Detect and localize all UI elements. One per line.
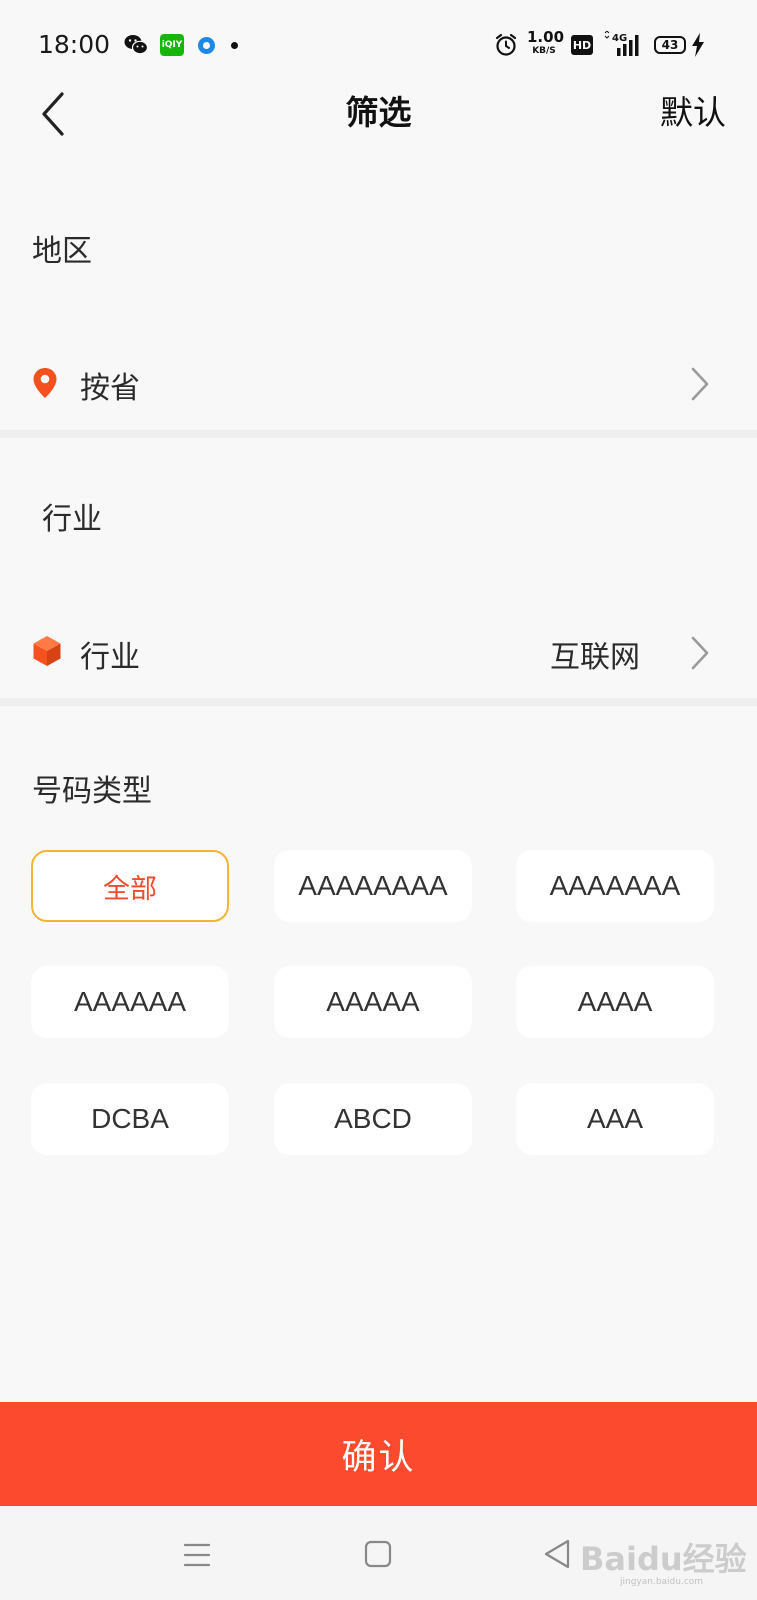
number-type-chip[interactable]: ABCD xyxy=(274,1083,472,1155)
divider xyxy=(0,430,757,438)
status-time: 18:00 xyxy=(38,30,111,59)
number-type-chip[interactable]: AAAAA xyxy=(274,966,472,1038)
chevron-right-icon xyxy=(691,367,709,401)
number-type-chip[interactable]: AAAAAA xyxy=(31,966,229,1038)
home-icon[interactable] xyxy=(364,1540,392,1568)
number-type-chip[interactable]: 全部 xyxy=(31,850,229,922)
region-row-label: 按省 xyxy=(80,371,140,406)
wechat-icon xyxy=(124,35,148,55)
chevron-right-icon xyxy=(691,636,709,670)
number-type-chip[interactable]: AAAA xyxy=(516,966,714,1038)
net-speed-unit: KB/S xyxy=(532,46,556,56)
page-title: 筛选 xyxy=(345,93,412,132)
watermark-url: jingyan.baidu.com xyxy=(620,1577,704,1587)
signal-icon: 4G xyxy=(604,31,639,56)
battery-icon: 43 xyxy=(654,36,686,54)
confirm-button[interactable]: 确认 xyxy=(0,1402,757,1506)
nav-bar: 筛选 默认 xyxy=(0,90,757,160)
recent-apps-icon[interactable] xyxy=(183,1542,211,1568)
charging-bolt-icon xyxy=(692,33,704,57)
network-type-label: 4G xyxy=(612,33,627,44)
region-province-row[interactable]: 按省 xyxy=(0,339,757,429)
cube-icon xyxy=(33,636,61,666)
number-type-chip[interactable]: AAA xyxy=(516,1083,714,1155)
number-type-chip[interactable]: DCBA xyxy=(31,1083,229,1155)
industry-row-value: 互联网 xyxy=(550,640,640,675)
industry-row[interactable]: 行业 互联网 xyxy=(0,608,757,698)
system-back-icon[interactable] xyxy=(543,1538,571,1570)
region-section-title: 地区 xyxy=(32,234,92,269)
location-pin-icon xyxy=(33,368,57,398)
number-type-chip[interactable]: AAAAAAA xyxy=(516,850,714,922)
hd-icon: HD xyxy=(571,35,593,55)
baidu-watermark: Baidu经验 xyxy=(580,1540,747,1578)
reset-default-button[interactable]: 默认 xyxy=(660,90,726,136)
number-type-chip[interactable]: AAAAAAAA xyxy=(274,850,472,922)
dot-icon xyxy=(231,42,238,49)
industry-section-title: 行业 xyxy=(42,502,102,537)
alarm-icon xyxy=(495,33,517,56)
iqiyi-icon: iQIY xyxy=(160,34,184,56)
circle-icon xyxy=(198,37,215,54)
net-speed-value: 1.00 xyxy=(527,28,565,46)
divider xyxy=(0,698,757,706)
industry-row-label: 行业 xyxy=(80,640,140,675)
net-speed: 1.00 KB/S xyxy=(527,28,565,56)
status-bar: 18:00 iQIY 1.00 KB/S HD 4G 43 xyxy=(0,0,757,90)
number-type-section-title: 号码类型 xyxy=(32,774,152,809)
system-nav-bar: Baidu经验 jingyan.baidu.com xyxy=(0,1506,757,1600)
